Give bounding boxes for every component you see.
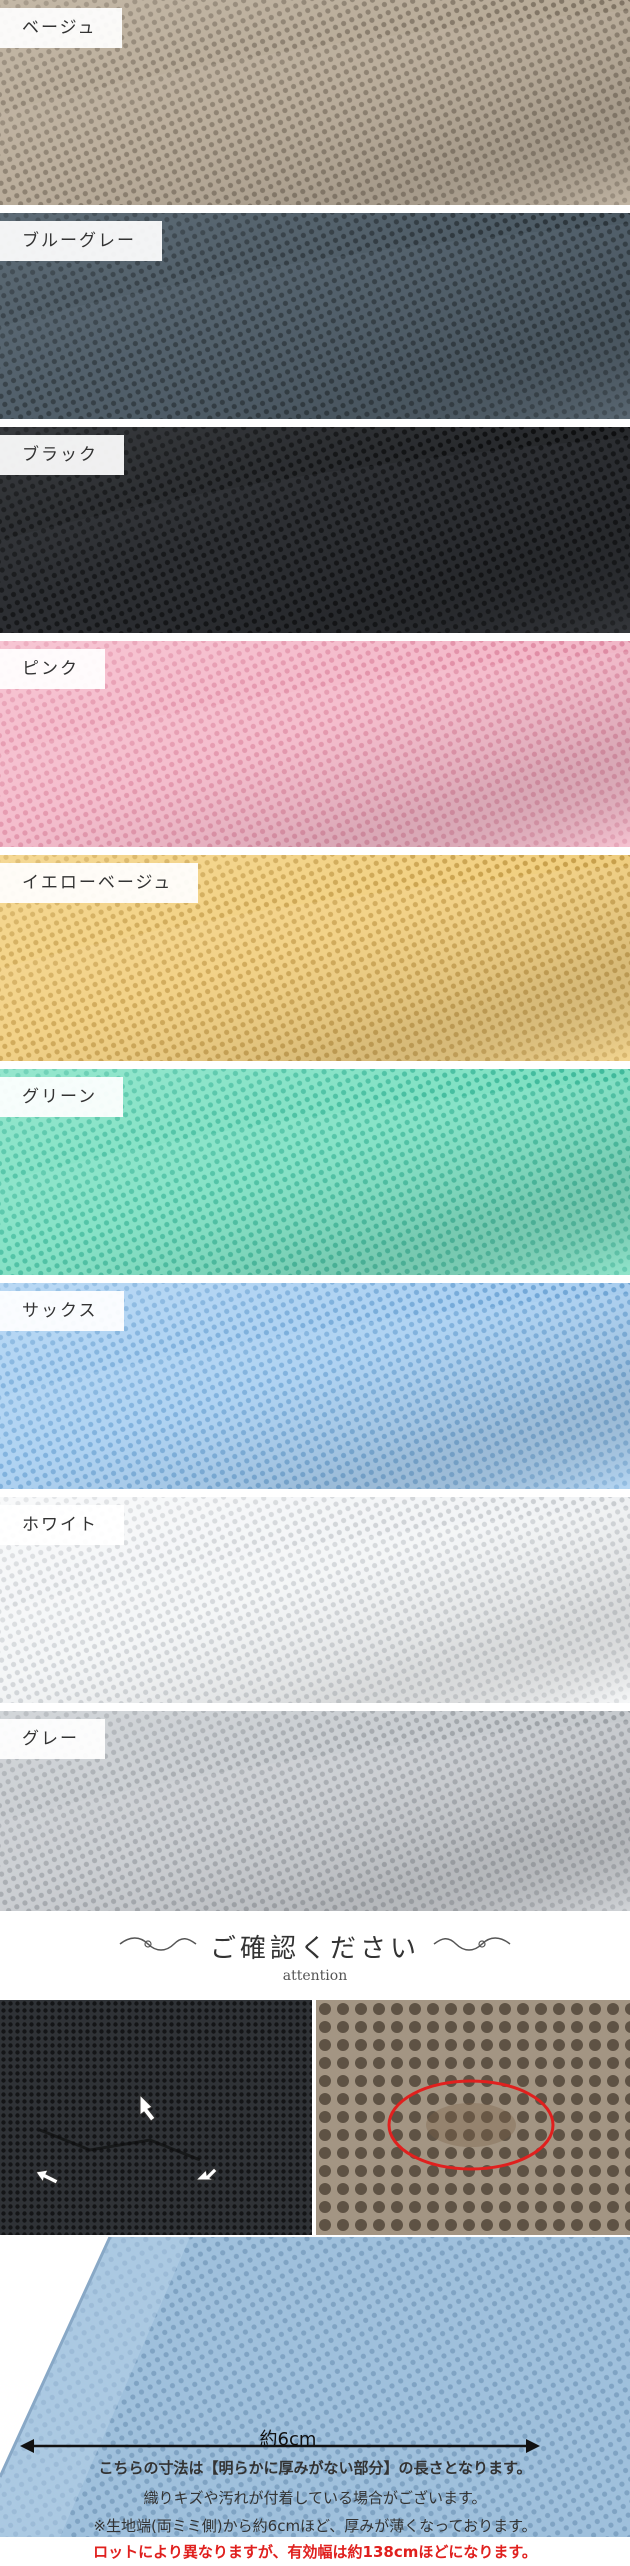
color-label: ベージュ bbox=[0, 8, 123, 48]
swatch-7: ホワイト bbox=[0, 1497, 630, 1703]
measure-label: 約6cm bbox=[259, 2429, 317, 2450]
defect-photo-beige bbox=[316, 2000, 630, 2235]
attention-subtitle: attention bbox=[282, 1968, 348, 1984]
swatch-3: ピンク bbox=[0, 641, 630, 847]
note-edge: ※生地端(両ミミ側)から約6cmほど、厚みが薄くなっております。 bbox=[93, 2517, 537, 2535]
color-label: ブルーグレー bbox=[0, 221, 162, 261]
attention-section: ご確認ください attention bbox=[0, 1918, 630, 1998]
swatch-4: イエローベージュ bbox=[0, 855, 630, 1061]
color-label: サックス bbox=[0, 1291, 124, 1331]
color-label: ピンク bbox=[0, 649, 105, 689]
note-defects: 織りキズや汚れが付着している場合がございます。 bbox=[143, 2489, 487, 2507]
swatch-1: ブルーグレー bbox=[0, 213, 630, 419]
note-dimension: こちらの寸法は【明らかに厚みがない部分】の長さとなります。 bbox=[98, 2459, 532, 2477]
swatch-0: ベージュ bbox=[0, 0, 630, 205]
swatch-5: グリーン bbox=[0, 1069, 630, 1275]
right-flourish-icon bbox=[433, 1937, 511, 1951]
swatch-2: ブラック bbox=[0, 427, 630, 633]
color-label: イエローベージュ bbox=[0, 863, 199, 903]
color-label: ホワイト bbox=[0, 1505, 124, 1545]
swatch-8: グレー bbox=[0, 1711, 630, 1911]
defect-photo-black bbox=[0, 2000, 312, 2235]
attention-title: ご確認ください bbox=[209, 1934, 420, 1964]
color-label: ブラック bbox=[0, 435, 124, 475]
color-label: グリーン bbox=[0, 1077, 124, 1117]
note-effective-width: ロットにより異なりますが、有効幅は約138cmほどになります。 bbox=[93, 2543, 537, 2561]
color-label: グレー bbox=[0, 1719, 105, 1759]
swatch-6: サックス bbox=[0, 1283, 630, 1489]
